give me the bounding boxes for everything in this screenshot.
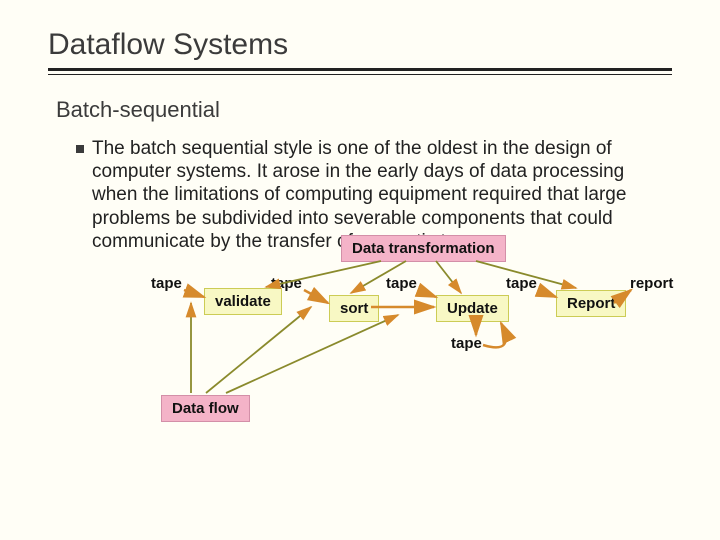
label-tape3: tape <box>386 275 417 292</box>
label-tape5: tape <box>451 335 482 352</box>
annot-transform: Data transformation <box>341 235 506 262</box>
label-tape4: tape <box>506 275 537 292</box>
label-tape1: tape <box>151 275 182 292</box>
slide-title: Dataflow Systems <box>48 28 672 62</box>
bullet-marker <box>76 145 84 153</box>
box-validate: validate <box>204 288 282 315</box>
label-report: report <box>630 275 673 292</box>
rule-thin <box>48 74 672 75</box>
slide-subtitle: Batch-sequential <box>56 97 672 123</box>
annot-flow: Data flow <box>161 395 250 422</box>
diagram: Data transformation tape tape tape tape … <box>76 235 672 455</box>
box-sort: sort <box>329 295 379 322</box>
box-report: Report <box>556 290 626 317</box>
box-update: Update <box>436 295 509 322</box>
rule-thick <box>48 68 672 71</box>
